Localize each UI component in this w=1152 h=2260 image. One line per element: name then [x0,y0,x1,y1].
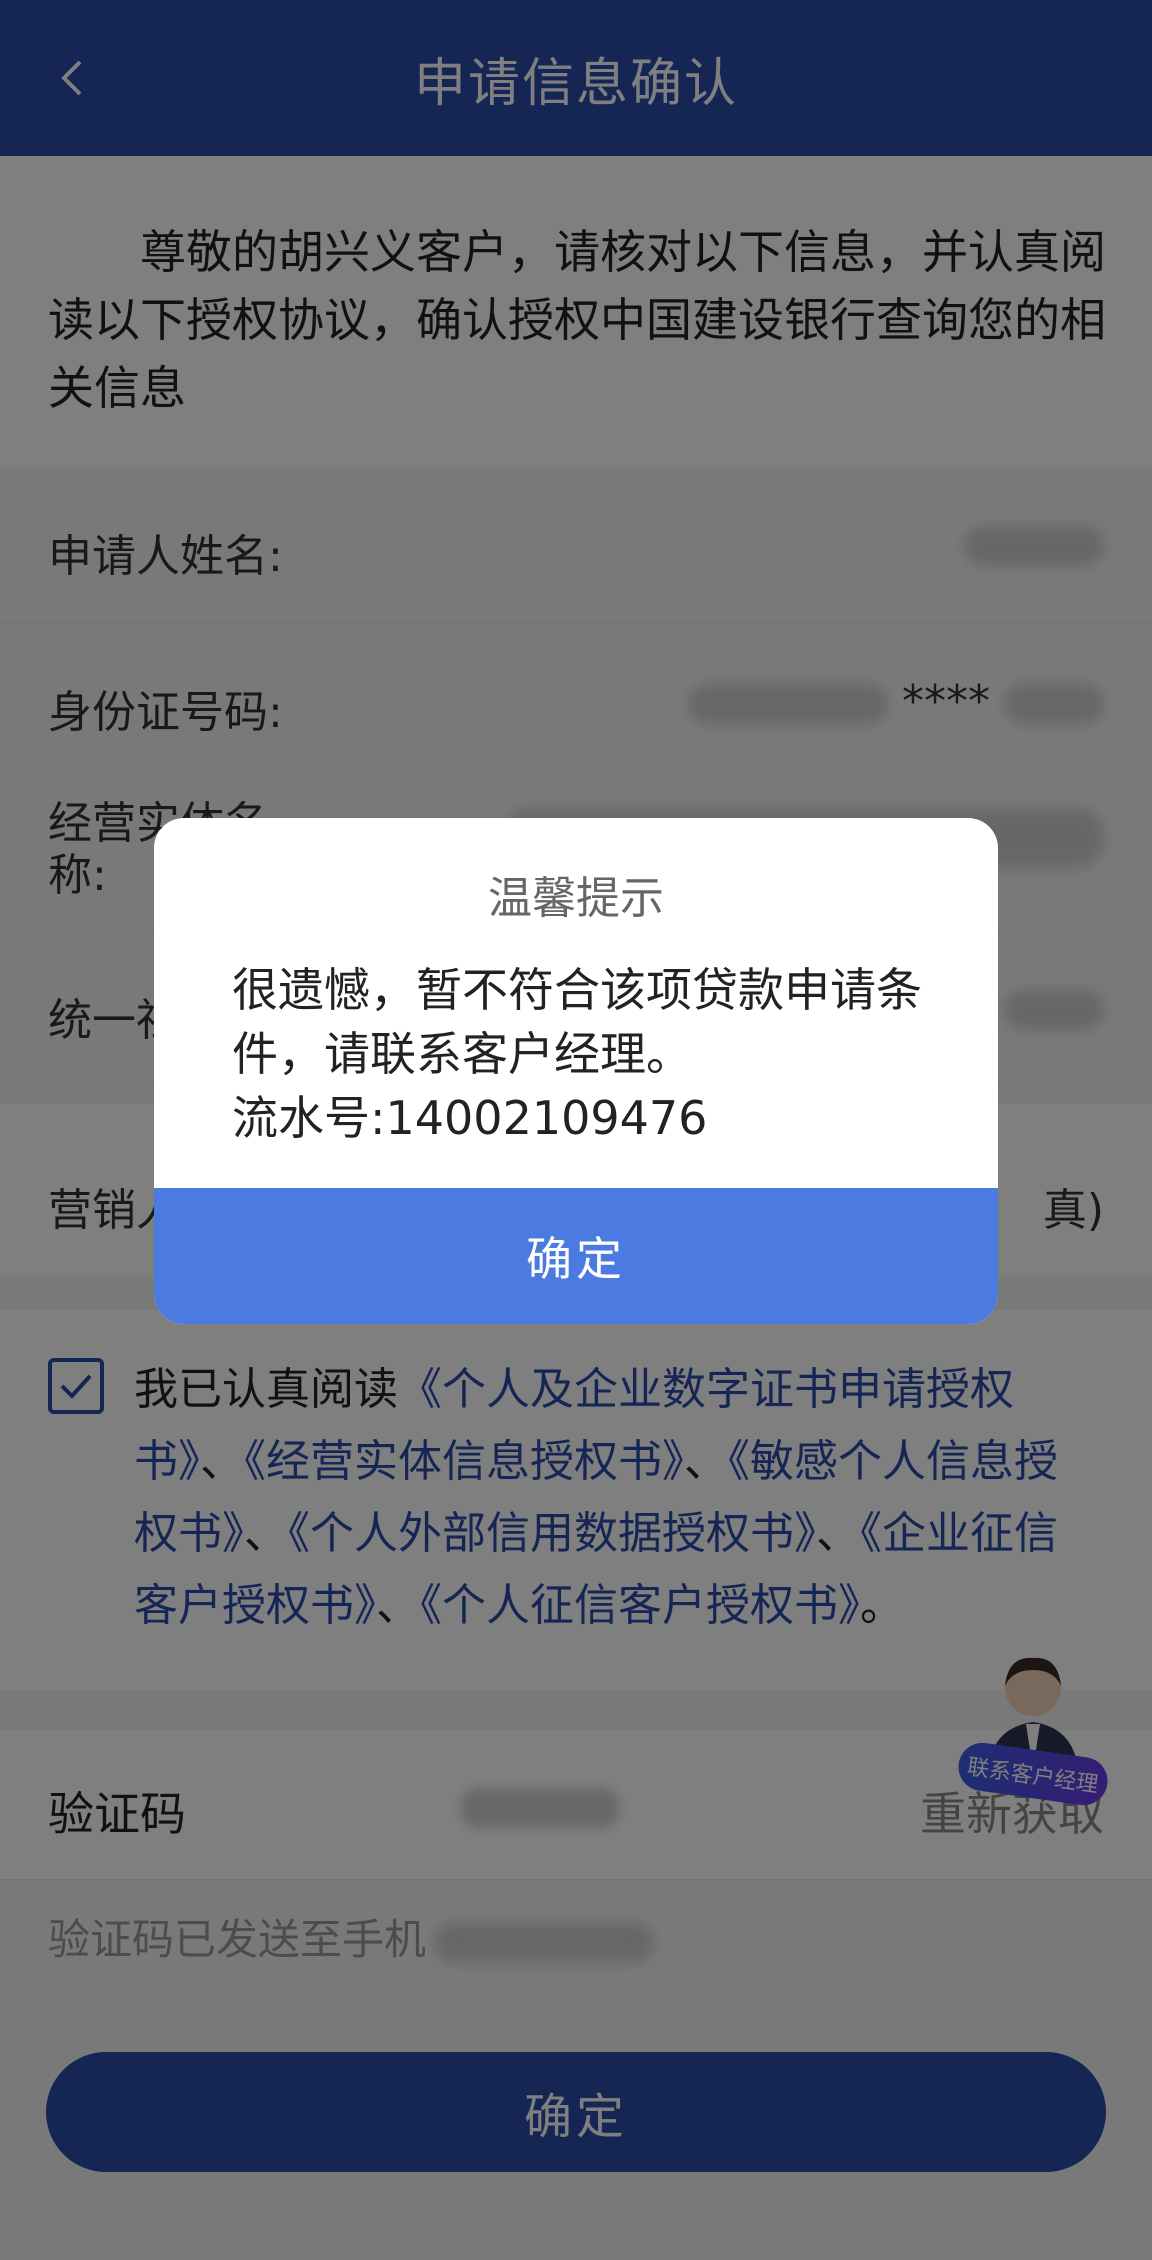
dialog-message: 很遗憾，暂不符合该项贷款申请条件，请联系客户经理。 流水号:1400210947… [232,958,952,1150]
dialog-serial-number: 流水号:14002109476 [232,1091,708,1145]
dialog-message-text: 很遗憾，暂不符合该项贷款申请条件，请联系客户经理。 [232,963,922,1081]
alert-dialog: 温馨提示 很遗憾，暂不符合该项贷款申请条件，请联系客户经理。 流水号:14002… [154,818,998,1324]
dialog-confirm-button[interactable]: 确定 [154,1188,998,1324]
dialog-title: 温馨提示 [488,873,664,924]
